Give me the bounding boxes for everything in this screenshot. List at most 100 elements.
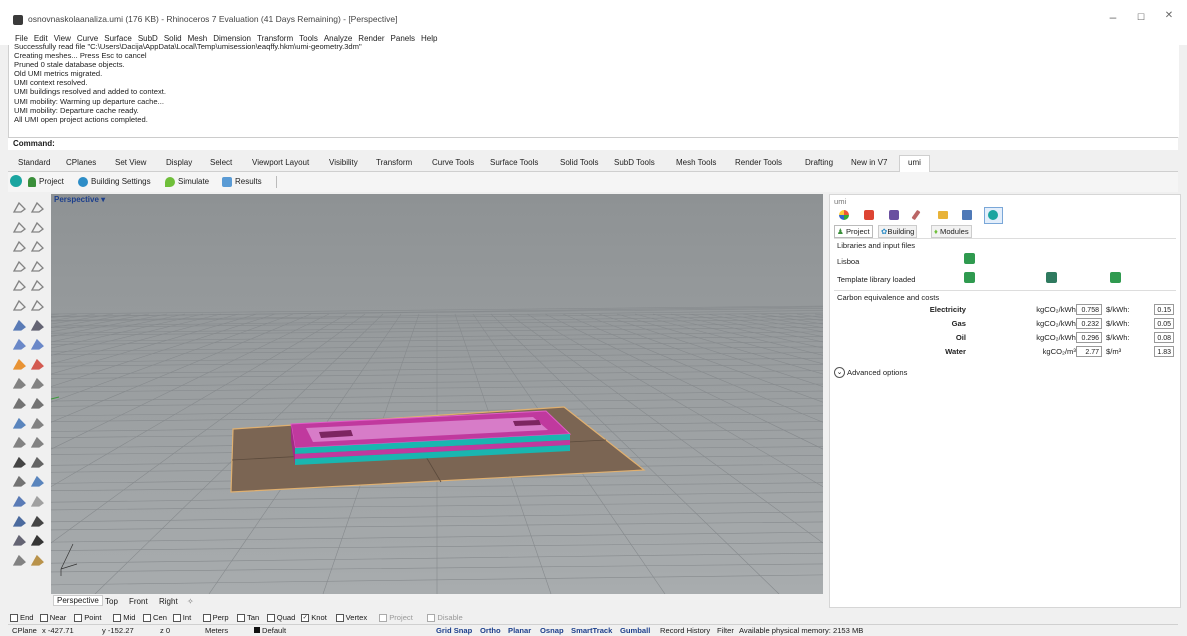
tab-top[interactable]: Top xyxy=(105,597,118,606)
maximize-button[interactable]: ☐ xyxy=(1126,12,1156,23)
osnap-quad[interactable]: Quad xyxy=(266,613,295,622)
osnap-int[interactable]: Int xyxy=(172,613,191,622)
curve-icon[interactable] xyxy=(30,220,46,234)
building-settings-button[interactable]: Building Settings xyxy=(78,177,151,187)
torus-icon[interactable] xyxy=(30,337,46,351)
load-template-icon[interactable] xyxy=(964,272,975,283)
load-weather-icon[interactable] xyxy=(964,253,975,264)
scale-icon[interactable] xyxy=(30,514,46,528)
osnap-tan[interactable]: Tan xyxy=(237,613,259,622)
tab-new-in-v7[interactable]: New in V7 xyxy=(851,158,887,167)
minimize-button[interactable]: – xyxy=(1098,10,1128,24)
smarttrack-toggle[interactable]: SmartTrack xyxy=(571,626,612,635)
split-icon[interactable] xyxy=(30,416,46,430)
osnap-knot[interactable]: ✓ Knot xyxy=(301,613,327,622)
cylinder-icon[interactable] xyxy=(12,337,28,351)
tab-right[interactable]: Right xyxy=(159,597,178,606)
osnap-near[interactable]: Near xyxy=(39,613,66,622)
umi-tab-icon[interactable] xyxy=(984,207,1003,224)
tab-visibility[interactable]: Visibility xyxy=(329,158,358,167)
subtab-project[interactable]: ♟ Project xyxy=(834,225,873,238)
circle-icon[interactable] xyxy=(12,239,28,253)
tab-front[interactable]: Front xyxy=(129,597,148,606)
tab-transform[interactable]: Transform xyxy=(376,158,412,167)
add-view-icon[interactable]: ✧ xyxy=(187,597,194,606)
tab-standard[interactable]: Standard xyxy=(18,158,50,167)
arc-icon[interactable] xyxy=(30,239,46,253)
polyline-icon[interactable] xyxy=(12,220,28,234)
record-history-toggle[interactable]: Record History xyxy=(660,626,710,635)
layer-icon[interactable] xyxy=(30,474,46,488)
viewport-label[interactable]: Perspective ▾ xyxy=(54,195,105,204)
gumball-toggle[interactable]: Gumball xyxy=(620,626,650,635)
carbon-factor-input[interactable]: 2.77 xyxy=(1076,346,1102,357)
sphere-icon[interactable] xyxy=(30,318,46,332)
move-icon[interactable] xyxy=(12,435,28,449)
boolean-icon[interactable] xyxy=(30,357,46,371)
rhino-app-icon[interactable] xyxy=(13,15,23,25)
carbon-factor-input[interactable]: 0.296 xyxy=(1076,332,1102,343)
layer-indicator[interactable]: Default xyxy=(254,626,286,635)
command-line[interactable]: Command: xyxy=(8,137,1178,150)
cost-input[interactable]: 0.05 xyxy=(1154,318,1174,329)
ortho-toggle[interactable]: Ortho xyxy=(480,626,501,635)
osnap-mid[interactable]: Mid xyxy=(113,613,135,622)
cost-input[interactable]: 1.83 xyxy=(1154,346,1174,357)
grid-snap-toggle[interactable]: Grid Snap xyxy=(436,626,472,635)
cost-input[interactable]: 0.08 xyxy=(1154,332,1174,343)
filter-toggle[interactable]: Filter xyxy=(717,626,734,635)
pencil-icon[interactable] xyxy=(911,209,921,221)
chamfer-icon[interactable] xyxy=(30,396,46,410)
polygon-icon[interactable] xyxy=(30,259,46,273)
tab-solid-tools[interactable]: Solid Tools xyxy=(560,158,599,167)
array-icon[interactable] xyxy=(12,514,28,528)
osnap-point[interactable]: Point xyxy=(74,613,102,622)
units-label[interactable]: Meters xyxy=(205,626,228,635)
tab-subd-tools[interactable]: SubD Tools xyxy=(614,158,655,167)
tab-select[interactable]: Select xyxy=(210,158,232,167)
surface-icon[interactable] xyxy=(12,298,28,312)
results-button[interactable]: Results xyxy=(222,177,262,187)
edit-template-icon[interactable] xyxy=(1046,272,1057,283)
pan-icon[interactable] xyxy=(30,553,46,567)
ellipse-icon[interactable] xyxy=(12,278,28,292)
join-icon[interactable] xyxy=(30,376,46,390)
color-wheel-icon[interactable] xyxy=(839,210,849,220)
project-button[interactable]: Project xyxy=(28,177,64,187)
subtab-building[interactable]: ✿Building xyxy=(878,225,918,238)
osnap-perp[interactable]: Perp xyxy=(202,613,229,622)
perspective-viewport[interactable] xyxy=(51,194,823,594)
box-icon[interactable] xyxy=(12,318,28,332)
folder-icon[interactable] xyxy=(938,211,948,219)
explode-icon[interactable] xyxy=(12,376,28,390)
tab-viewport-layout[interactable]: Viewport Layout xyxy=(252,158,309,167)
simulate-button[interactable]: Simulate xyxy=(165,177,209,187)
dimension-icon[interactable] xyxy=(30,455,46,469)
umi-logo-icon[interactable] xyxy=(10,175,25,187)
image-icon[interactable] xyxy=(962,210,972,220)
osnap-disable[interactable]: Disable xyxy=(427,613,463,622)
tab-render-tools[interactable]: Render Tools xyxy=(735,158,782,167)
carbon-factor-input[interactable]: 0.758 xyxy=(1076,304,1102,315)
check-icon[interactable] xyxy=(30,533,46,547)
tab-mesh-tools[interactable]: Mesh Tools xyxy=(676,158,716,167)
select-arrow-icon[interactable] xyxy=(12,200,28,214)
tool-icon[interactable] xyxy=(889,210,899,220)
rectangle-icon[interactable] xyxy=(12,259,28,273)
cost-input[interactable]: 0.15 xyxy=(1154,304,1174,315)
analyze-icon[interactable] xyxy=(12,533,28,547)
carbon-factor-input[interactable]: 0.232 xyxy=(1076,318,1102,329)
copy-icon[interactable] xyxy=(30,435,46,449)
osnap-vertex[interactable]: Vertex xyxy=(335,613,367,622)
freeform-icon[interactable] xyxy=(30,278,46,292)
close-button[interactable]: ✕ xyxy=(1154,10,1184,21)
tab-display[interactable]: Display xyxy=(166,158,192,167)
fillet-icon[interactable] xyxy=(12,396,28,410)
mesh-icon[interactable] xyxy=(12,494,28,508)
tab-set-view[interactable]: Set View xyxy=(115,158,146,167)
osnap-project[interactable]: Project xyxy=(379,613,413,622)
group-icon[interactable] xyxy=(12,474,28,488)
export-template-icon[interactable] xyxy=(1110,272,1121,283)
zoom-icon[interactable] xyxy=(12,553,28,567)
subtab-modules[interactable]: ♦ Modules xyxy=(931,225,972,238)
